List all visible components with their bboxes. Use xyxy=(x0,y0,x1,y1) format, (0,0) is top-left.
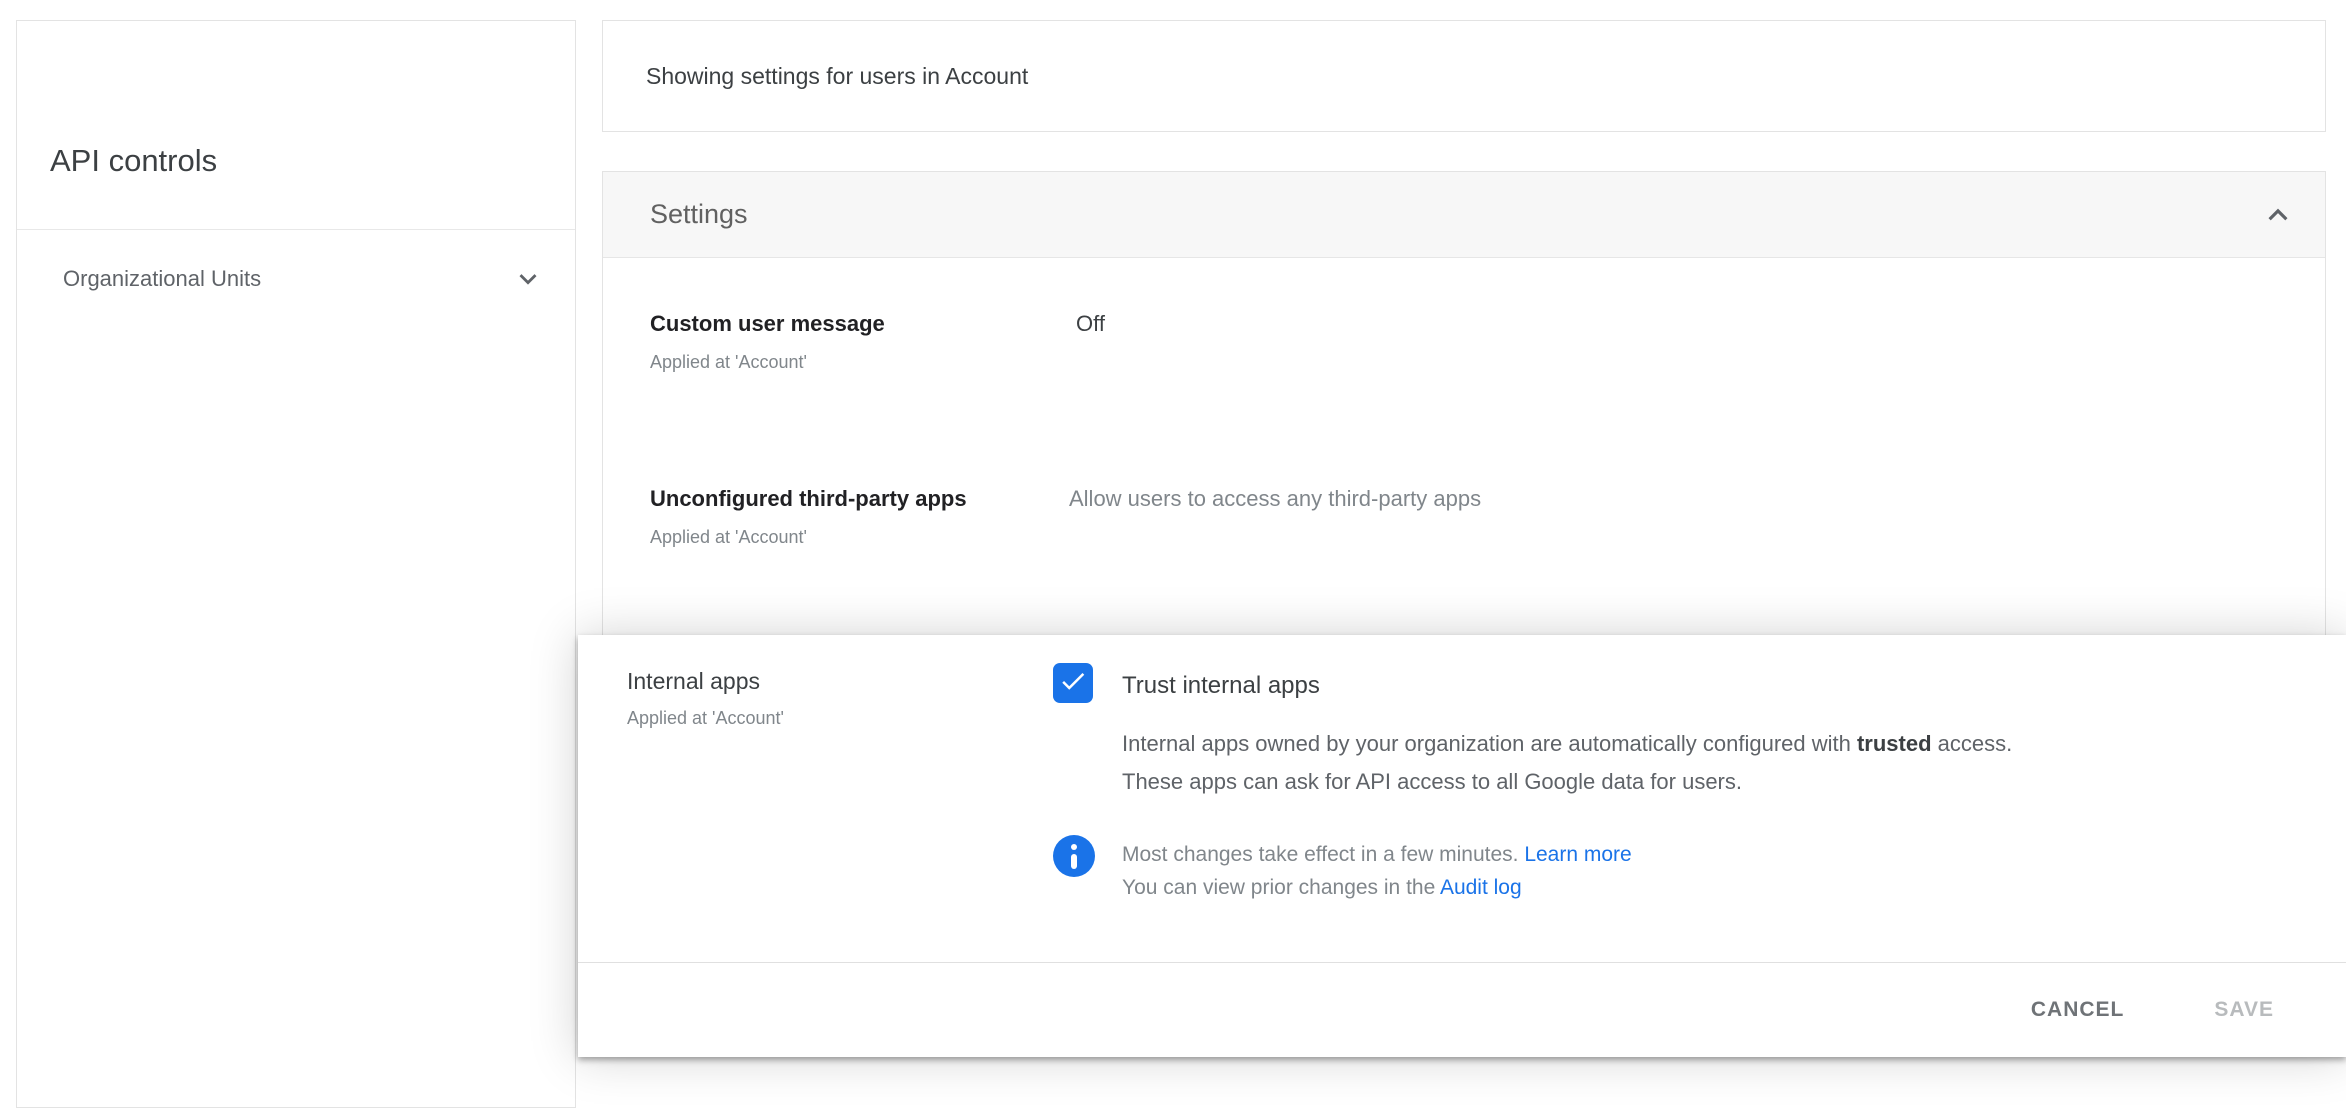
save-button[interactable]: SAVE xyxy=(2200,988,2288,1032)
sidebar-item-organizational-units[interactable]: Organizational Units xyxy=(17,230,575,328)
setting-value: Allow users to access any third-party ap… xyxy=(1069,486,1482,511)
learn-more-link[interactable]: Learn more xyxy=(1524,843,1631,866)
internal-apps-description: Internal apps owned by your organization… xyxy=(1122,725,2012,801)
description-line-1: Internal apps owned by your organization… xyxy=(1122,731,2013,756)
setting-row-unconfigured-third-party-apps[interactable]: Unconfigured third-party apps Applied at… xyxy=(603,472,2325,602)
info-icon-stem xyxy=(1071,853,1077,869)
setting-applied-at: Applied at 'Account' xyxy=(650,527,807,547)
context-bar-text: Showing settings for users in Account xyxy=(646,62,1029,89)
setting-label: Custom user message xyxy=(650,311,885,336)
api-controls-page: API controls Organizational Units Showin… xyxy=(0,0,2346,1110)
setting-label-internal-apps: Internal apps xyxy=(627,668,760,694)
chevron-up-icon[interactable] xyxy=(2259,196,2297,234)
info-icon-dot xyxy=(1071,843,1077,850)
description-line-2: These apps can ask for API access to all… xyxy=(1122,769,1742,794)
sidebar-card: API controls Organizational Units xyxy=(16,20,576,1108)
info-icon xyxy=(1053,835,1095,877)
context-bar: Showing settings for users in Account xyxy=(602,20,2326,132)
info-line-2: You can view prior changes in the Audit … xyxy=(1122,876,1522,899)
setting-applied-at: Applied at 'Account' xyxy=(627,708,784,728)
setting-applied-at: Applied at 'Account' xyxy=(650,352,807,372)
organizational-units-label: Organizational Units xyxy=(63,266,262,291)
dialog-footer: CANCEL SAVE xyxy=(578,963,2346,1057)
setting-label: Unconfigured third-party apps xyxy=(650,486,967,511)
setting-row-custom-user-message[interactable]: Custom user message Applied at 'Account'… xyxy=(603,297,2325,427)
info-note: Most changes take effect in a few minute… xyxy=(1122,838,1632,904)
audit-log-link[interactable]: Audit log xyxy=(1440,876,1522,899)
setting-value: Off xyxy=(1076,311,1105,336)
settings-section-header[interactable]: Settings xyxy=(603,172,2325,258)
page-title: API controls xyxy=(50,143,218,178)
cancel-button[interactable]: CANCEL xyxy=(2017,988,2139,1032)
settings-section-title: Settings xyxy=(650,199,748,229)
checkbox-checked-icon xyxy=(1058,666,1088,701)
trust-internal-apps-checkbox[interactable] xyxy=(1053,663,1093,703)
internal-apps-editor-dialog: Internal apps Applied at 'Account' Trust… xyxy=(578,635,2346,1057)
info-line-1: Most changes take effect in a few minute… xyxy=(1122,843,1632,866)
chevron-down-icon[interactable] xyxy=(511,262,545,296)
trust-internal-apps-label[interactable]: Trust internal apps xyxy=(1122,672,1320,700)
